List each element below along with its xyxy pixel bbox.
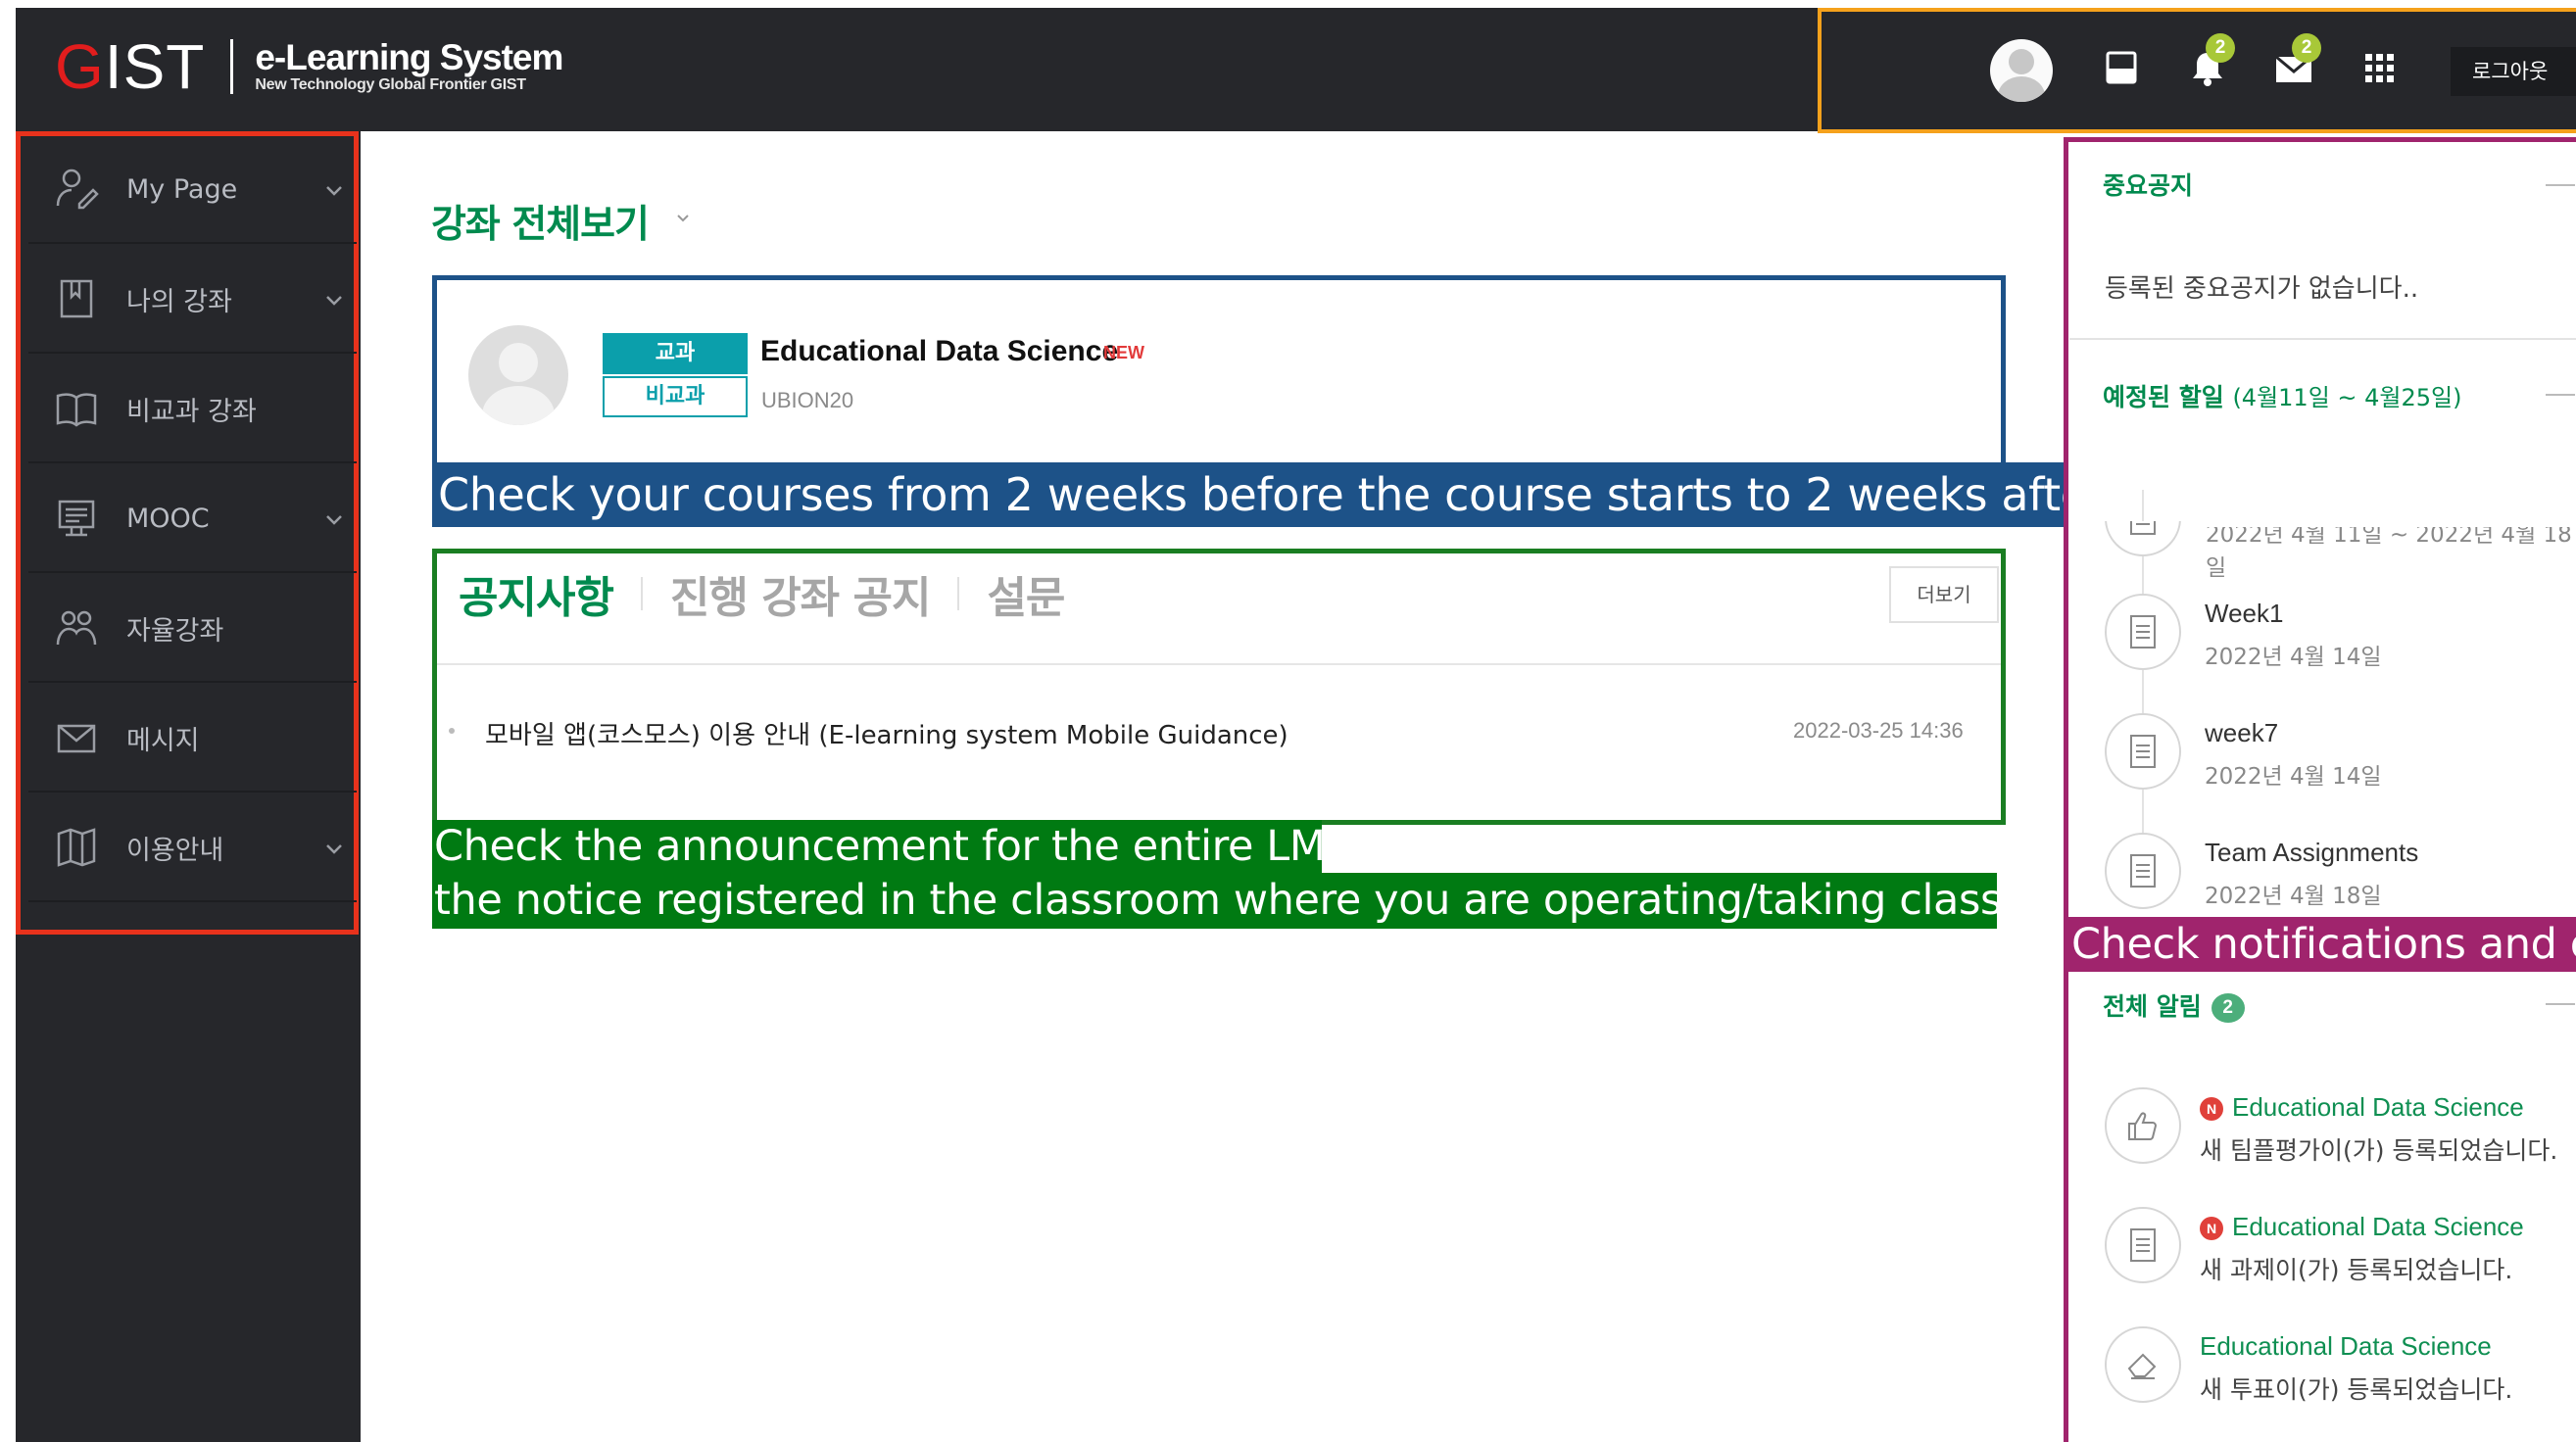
sidebar-item-label: My Page [126, 173, 238, 205]
open-book-icon [56, 393, 97, 427]
map-icon [57, 828, 96, 867]
tab-divider [640, 577, 643, 610]
panel-divider [2069, 338, 2576, 340]
event-title[interactable]: week7 [2205, 718, 2278, 748]
notice-tabs: 공지사항 진행 강좌 공지 설문 [459, 562, 1065, 625]
all-alerts-title: 전체 알림 2 [2103, 987, 2245, 1023]
document-icon[interactable] [2105, 833, 2181, 909]
alert-course[interactable]: Educational Data Science [2200, 1331, 2492, 1362]
course-name[interactable]: Educational Data Science [760, 335, 1118, 368]
course-avatar [468, 325, 568, 425]
alert-message: 새 투표이(가) 등록되었습니다. [2200, 1375, 2513, 1404]
sidebar-item-guide[interactable]: 이용안내 [28, 794, 357, 902]
sidebar-item-non-credit-courses[interactable]: 비교과 강좌 [28, 356, 357, 463]
user-icon [56, 168, 99, 210]
caret-down-icon[interactable] [676, 214, 690, 223]
collapse-icon[interactable] [2546, 394, 2575, 396]
monitor-icon [58, 500, 95, 537]
bullet-icon [449, 728, 455, 734]
logo-subtitle: New Technology Global Frontier GIST [255, 76, 526, 94]
sidebar-item-self-courses[interactable]: 자율강좌 [28, 575, 357, 683]
logo-wordmark: GIST [55, 31, 206, 102]
notice-date: 2022-03-25 14:36 [1793, 718, 1964, 743]
message-count-badge: 2 [2292, 33, 2321, 63]
tab-course-notices[interactable]: 진행 강좌 공지 [670, 562, 932, 625]
event-date: 2022년 4월 14일 [2205, 645, 2382, 670]
sidebar-item-my-courses[interactable]: 나의 강좌 [28, 246, 357, 354]
tab-divider [957, 577, 960, 610]
alert-course[interactable]: Educational Data Science [2232, 1212, 2524, 1242]
document-icon[interactable] [2105, 713, 2181, 790]
document-icon[interactable] [2105, 594, 2181, 670]
sidebar-item-label: 자율강좌 [126, 615, 224, 647]
event-date: 2022년 4월 18일 [2205, 884, 2382, 909]
tab-notices[interactable]: 공지사항 [459, 562, 614, 625]
sidebar-highlight-box: My Page 나의 강좌 비교과 강좌 MOOC 자율강좌 메시지 이용안내 [16, 131, 359, 935]
collapse-icon[interactable] [2546, 184, 2575, 186]
tag-non-credit: 비교과 [603, 376, 748, 417]
logo-divider [230, 39, 234, 94]
chevron-down-icon[interactable] [323, 179, 345, 201]
logout-button[interactable]: 로그아웃 [2451, 47, 2576, 96]
sidebar-item-label: 메시지 [126, 725, 200, 756]
important-notice-title: 중요공지 [2103, 171, 2194, 200]
notice-caption-line-2: the notice registered in the classroom w… [432, 873, 2088, 929]
logo-text: e-Learning System New Technology Global … [255, 36, 563, 95]
chevron-down-icon[interactable] [323, 289, 345, 311]
notice-title[interactable]: 모바일 앱(코스모스) 이용 안내 (E-learning system Mob… [485, 715, 1288, 751]
notice-divider [437, 663, 2001, 665]
eraser-icon[interactable] [2105, 1326, 2181, 1403]
notice-caption-line-1: Check the announcement for the entire LM… [432, 820, 1352, 873]
dashboard-icon[interactable] [2098, 45, 2145, 92]
sidebar-item-mooc[interactable]: MOOC [28, 465, 357, 573]
alert-message: 새 과제이(가) 등록되었습니다. [2200, 1256, 2513, 1284]
profile-avatar[interactable] [1990, 39, 2053, 102]
event-date: 2022년 4월 14일 [2205, 764, 2382, 790]
sidebar-item-label: 나의 강좌 [126, 286, 232, 317]
course-code: UBION20 [761, 388, 854, 412]
mail-icon[interactable]: 2 [2270, 33, 2321, 92]
sidebar-item-label: 비교과 강좌 [126, 396, 257, 427]
collapse-icon[interactable] [2546, 1003, 2575, 1005]
people-icon [56, 610, 97, 646]
notifications-caption: Check notifications and course schedule [2064, 917, 2576, 972]
notification-count-badge: 2 [2206, 33, 2235, 63]
chevron-down-icon[interactable] [323, 508, 345, 530]
more-button[interactable]: 더보기 [1889, 566, 1999, 623]
alert-course[interactable]: Educational Data Science [2232, 1092, 2524, 1123]
upcoming-title: 예정된 할일 (4월11일 ~ 4월25일) [2103, 383, 2462, 411]
alert-message: 새 팀플평가이(가) 등록되었습니다. [2200, 1136, 2558, 1165]
event-title[interactable]: Week1 [2205, 599, 2283, 629]
logo-title: e-Learning System [255, 36, 563, 77]
sidebar-item-label: 이용안내 [126, 835, 224, 866]
apps-grid-icon[interactable] [2357, 45, 2404, 92]
tab-surveys[interactable]: 설문 [987, 562, 1065, 625]
envelope-icon [57, 724, 96, 753]
new-badge: NEW [1103, 343, 1144, 362]
new-alert-badge: N [2200, 1217, 2223, 1240]
page-title[interactable]: 강좌 전체보기 [431, 194, 650, 249]
tag-credit: 교과 [603, 333, 748, 374]
sidebar-item-my-page[interactable]: My Page [28, 136, 357, 244]
document-icon[interactable] [2105, 1207, 2181, 1283]
event-title[interactable]: Team Assignments [2205, 838, 2418, 868]
chevron-down-icon[interactable] [323, 838, 345, 859]
new-alert-badge: N [2200, 1097, 2223, 1121]
thumbs-up-icon[interactable] [2105, 1087, 2181, 1164]
book-icon [60, 279, 93, 318]
notification-bell-icon[interactable]: 2 [2184, 33, 2235, 92]
important-notice-empty: 등록된 중요공지가 없습니다.. [2105, 274, 2419, 304]
gist-logo[interactable]: GIST e-Learning System New Technology Gl… [55, 31, 563, 102]
upcoming-range: (4월11일 ~ 4월25일) [2232, 384, 2462, 411]
alerts-count-badge: 2 [2211, 993, 2245, 1023]
sidebar-item-label: MOOC [126, 503, 210, 534]
sidebar-item-messages[interactable]: 메시지 [28, 685, 357, 793]
header-tools: 2 2 로그아웃 [1818, 8, 2576, 133]
